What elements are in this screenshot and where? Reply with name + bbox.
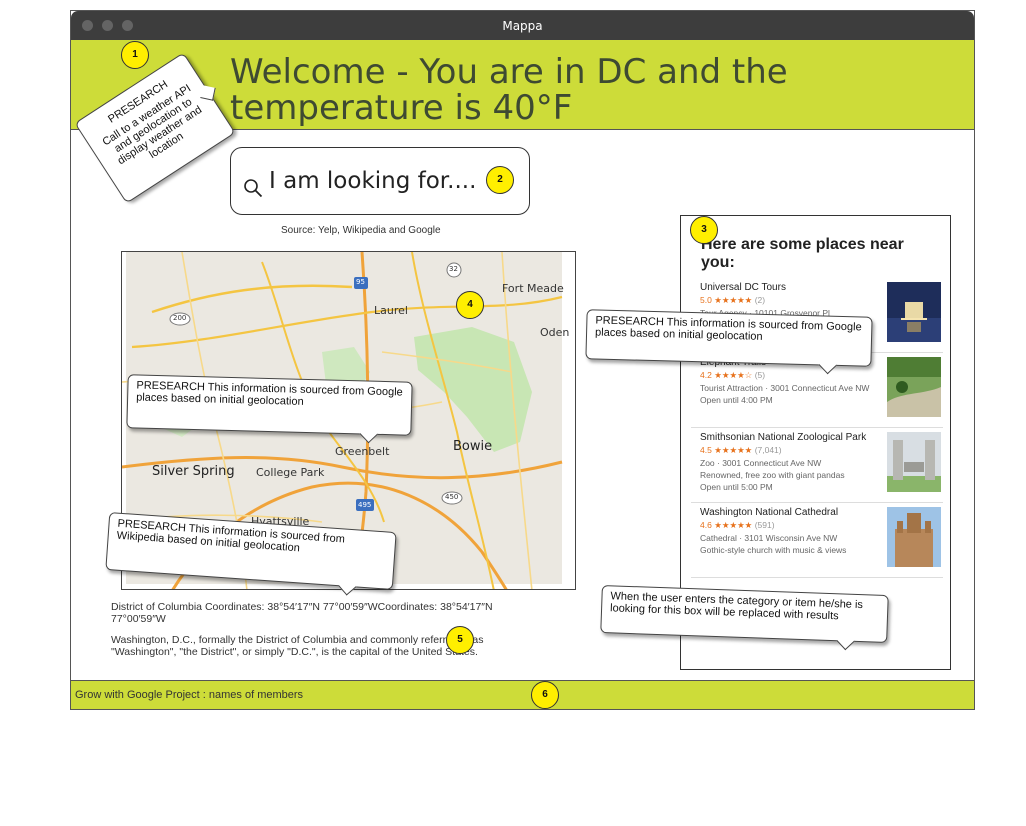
annotation-marker-1: 1 [121, 41, 149, 69]
window-titlebar: Mappa [71, 11, 974, 40]
place-rating: 4.5 ★★★★★ (7,041) [700, 445, 782, 455]
map-label-laurel: Laurel [374, 304, 408, 317]
map-label-college-park: College Park [256, 466, 325, 479]
place-type-address: Cathedral · 3101 Wisconsin Ave NW [700, 533, 838, 543]
annotation-marker-5: 5 [446, 626, 474, 654]
place-hours: Open until 5:00 PM [700, 482, 773, 492]
source-note: Source: Yelp, Wikipedia and Google [281, 225, 441, 236]
map-label-greenbelt: Greenbelt [335, 445, 390, 458]
footer-bar: Grow with Google Project : names of memb… [71, 680, 974, 709]
search-icon [244, 179, 263, 198]
map-label-odenton: Oden [540, 326, 570, 339]
annotation-marker-2: 2 [486, 166, 514, 194]
route-shield-495: 495 [358, 501, 372, 509]
place-type-address: Tourist Attraction · 3001 Connecticut Av… [700, 383, 870, 393]
place-rating: 4.6 ★★★★★ (591) [700, 520, 775, 530]
window-title: Mappa [502, 19, 543, 33]
route-shield-i95: 95 [356, 278, 365, 286]
callout-map-source: PRESEARCH This information is sourced fr… [126, 374, 413, 444]
map-label-silver-spring: Silver Spring [152, 464, 235, 479]
place-photo-cathedral [887, 507, 941, 567]
place-type-address: Zoo · 3001 Connecticut Ave NW [700, 458, 822, 468]
annotation-marker-3: 3 [690, 216, 718, 244]
annotation-marker-4: 4 [456, 291, 484, 319]
route-shield-32: 32 [449, 265, 458, 273]
place-photo-monument [887, 282, 941, 342]
callout-places-source: PRESEARCH This information is sourced fr… [585, 309, 873, 375]
route-shield-450: 450 [445, 493, 459, 501]
footer-text: Grow with Google Project : names of memb… [75, 689, 304, 701]
place-description: Gothic-style church with music & views [700, 545, 847, 555]
search-box[interactable]: I am looking for.... [230, 147, 530, 215]
route-shield-200: 200 [173, 314, 187, 322]
place-card[interactable]: Washington National Cathedral 4.6 ★★★★★ … [691, 507, 943, 578]
search-input[interactable]: I am looking for.... [269, 168, 476, 194]
place-name: Universal DC Tours [700, 282, 786, 293]
coordinates-text: District of Columbia Coordinates: 38°54′… [111, 601, 493, 625]
annotation-marker-6: 6 [531, 681, 559, 709]
place-photo-park [887, 357, 941, 417]
place-description: Renowned, free zoo with giant pandas [700, 470, 845, 480]
place-card[interactable]: Smithsonian National Zoological Park 4.5… [691, 432, 943, 503]
place-card[interactable]: Elephant Trails 4.2 ★★★★☆ (5) Tourist At… [691, 357, 943, 428]
place-photo-zoo-gate [887, 432, 941, 492]
place-hours: Open until 4:00 PM [700, 395, 773, 405]
place-rating: 5.0 ★★★★★ (2) [700, 295, 766, 305]
callout-results-note: When the user enters the category or ite… [600, 585, 889, 651]
place-name: Smithsonian National Zoological Park [700, 432, 867, 443]
map-label-fort-meade: Fort Meade [502, 282, 564, 295]
places-heading: Here are some places near you: [701, 236, 904, 271]
welcome-message: Welcome - You are in DC and the temperat… [230, 52, 788, 128]
place-name: Washington National Cathedral [700, 507, 839, 518]
map-label-bowie: Bowie [453, 439, 493, 454]
place-rating: 4.2 ★★★★☆ (5) [700, 370, 766, 380]
